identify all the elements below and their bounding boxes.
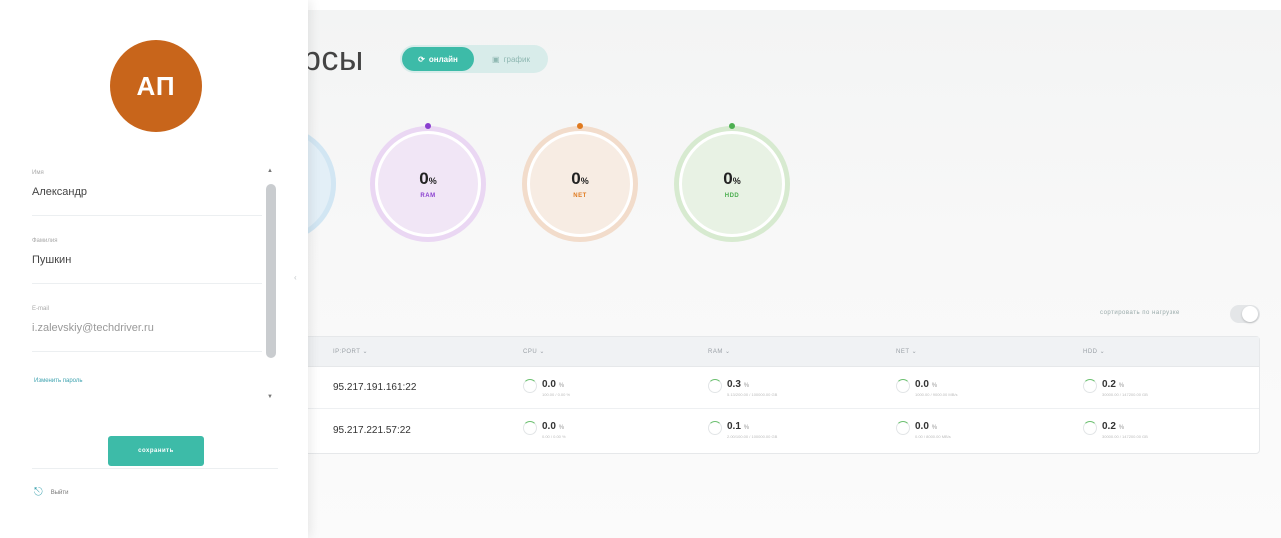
- net-metric: 0.0 % 0.00 / 8000.00 MB/s: [896, 421, 951, 439]
- hdd-metric: 0.2 % 30000.00 / 147200.00 GB: [1083, 378, 1148, 397]
- tab-chart[interactable]: ▣ график: [474, 55, 548, 64]
- scroll-up-icon[interactable]: ▲: [267, 168, 273, 174]
- field-label: Имя: [32, 170, 44, 176]
- progress-ring-icon: [523, 378, 537, 393]
- ram-metric: 0.3 % 5.13/200.00 / 100000.00 GB: [708, 378, 777, 397]
- progress-ring-icon: [523, 421, 537, 435]
- net-metric: 0.0 % 1000.00 / 9000.00 MB/s: [896, 378, 957, 397]
- col-header-ram[interactable]: RAM ⌄: [708, 348, 731, 355]
- sort-label: сортировать по нагрузке: [1100, 310, 1180, 316]
- scrollbar-thumb[interactable]: [266, 184, 276, 358]
- progress-ring-icon: [1083, 421, 1097, 435]
- first-name-field[interactable]: Имя Александр: [32, 166, 262, 216]
- gauge-value: 0%: [419, 169, 437, 188]
- collapse-panel-icon[interactable]: ‹: [294, 273, 297, 282]
- servers-table: IP:PORT ⌄ CPU ⌄ RAM ⌄ NET ⌄ HDD ⌄ 95.217…: [302, 336, 1260, 454]
- progress-ring-icon: [708, 378, 722, 393]
- progress-ring-icon: [708, 421, 722, 435]
- scroll-down-icon[interactable]: ▼: [267, 394, 273, 400]
- avatar: АП: [110, 40, 202, 132]
- profile-panel: АП Имя Александр Фамилия Пушкин E-mail i…: [0, 0, 308, 538]
- email-value[interactable]: i.zalevskiy@techdriver.ru: [32, 322, 262, 334]
- hdd-metric: 0.2 % 30000.00 / 147200.00 GB: [1083, 421, 1148, 439]
- view-toggle[interactable]: ⟳ онлайн ▣ график: [400, 45, 548, 73]
- gauge-label: NET: [573, 193, 587, 199]
- gauge-net: 0% NET: [522, 123, 638, 242]
- field-label: E-mail: [32, 306, 50, 312]
- last-name-field[interactable]: Фамилия Пушкин: [32, 234, 262, 284]
- page-title: рсы: [302, 40, 364, 78]
- table-row[interactable]: 95.217.221.57:22 0.0 % 0.00 / 0.00 % 0.1…: [303, 409, 1259, 451]
- gauge-dot: [577, 123, 583, 129]
- change-password-link[interactable]: Изменить пароль: [34, 378, 83, 384]
- gauge-value: 0%: [723, 169, 741, 188]
- col-header-cpu[interactable]: CPU ⌄: [523, 348, 545, 355]
- refresh-icon: ⟳: [418, 54, 425, 64]
- col-header-ip[interactable]: IP:PORT ⌄: [333, 348, 368, 355]
- email-field[interactable]: E-mail i.zalevskiy@techdriver.ru: [32, 302, 262, 352]
- gauge-dot: [729, 123, 735, 129]
- logout-icon: ⎋: [34, 486, 43, 498]
- server-ip: 95.217.191.161:22: [333, 382, 417, 393]
- first-name-value[interactable]: Александр: [32, 186, 262, 198]
- save-button[interactable]: сохранить: [108, 436, 204, 466]
- logout-button[interactable]: ⎋ Выйти: [34, 486, 68, 499]
- field-label: Фамилия: [32, 238, 58, 244]
- gauge-dot: [425, 123, 431, 129]
- ram-metric: 0.1 % 2.00/100.00 / 100000.00 GB: [708, 421, 777, 439]
- last-name-value[interactable]: Пушкин: [32, 254, 262, 266]
- server-ip: 95.217.221.57:22: [333, 424, 411, 436]
- cpu-metric: 0.0 % 100.00 / 0.00 %: [523, 378, 570, 397]
- sort-toggle[interactable]: [1230, 305, 1260, 323]
- cpu-metric: 0.0 % 0.00 / 0.00 %: [523, 421, 566, 439]
- divider: [32, 468, 278, 469]
- gauge-label: HDD: [724, 193, 740, 199]
- gauge-ram: 0% RAM: [370, 123, 486, 242]
- tab-online[interactable]: ⟳ онлайн: [402, 47, 474, 71]
- table-header: IP:PORT ⌄ CPU ⌄ RAM ⌄ NET ⌄ HDD ⌄: [303, 337, 1259, 367]
- col-header-hdd[interactable]: HDD ⌄: [1083, 348, 1105, 355]
- table-row[interactable]: 95.217.191.161:22 0.0 % 100.00 / 0.00 % …: [303, 367, 1259, 409]
- gauge-hdd: 0% HDD: [674, 123, 790, 242]
- scrollbar[interactable]: ▲ ▼: [264, 166, 278, 406]
- progress-ring-icon: [1083, 378, 1097, 393]
- chart-icon: ▣: [492, 54, 500, 64]
- logout-label: Выйти: [50, 489, 69, 496]
- gauge-label: RAM: [420, 193, 436, 199]
- gauge-value: 0%: [571, 169, 589, 188]
- col-header-net[interactable]: NET ⌄: [896, 348, 917, 355]
- progress-ring-icon: [896, 378, 910, 393]
- progress-ring-icon: [896, 421, 910, 435]
